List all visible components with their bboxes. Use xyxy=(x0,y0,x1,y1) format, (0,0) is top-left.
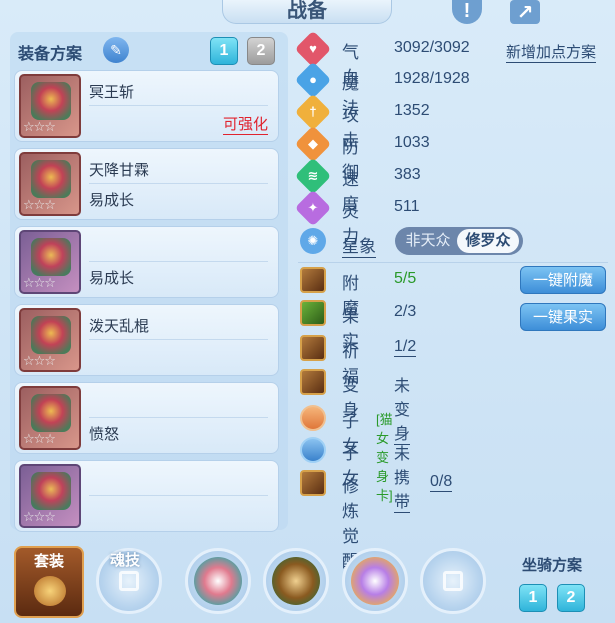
star-rating: ☆☆☆ xyxy=(23,275,56,290)
stat-value: 1352 xyxy=(394,102,430,119)
divider xyxy=(89,495,268,496)
helmet-icon xyxy=(31,160,71,198)
mount-scheme-button-1[interactable]: 1 xyxy=(519,584,547,612)
star-rating: ☆☆☆ xyxy=(23,353,56,368)
stat-value: 1928/1928 xyxy=(394,70,470,87)
star-sign-icon: ✺ xyxy=(300,228,326,254)
info-icon[interactable]: ! xyxy=(452,0,482,24)
star-sign-label[interactable]: 星象 xyxy=(342,232,376,258)
divider xyxy=(89,183,268,184)
page-title: 战备 xyxy=(222,0,392,24)
equipment-scheme-label: 装备方案 xyxy=(18,46,83,63)
heart-icon: ♥ xyxy=(294,30,332,68)
feature-value: 5/5 xyxy=(394,270,417,287)
mana-icon: ● xyxy=(294,61,332,99)
equipment-slot-weapon[interactable]: ☆☆☆ 冥王斩 可强化 xyxy=(14,70,279,142)
enchant-all-button[interactable]: 一键附魔 xyxy=(520,266,606,294)
star-option-feitian[interactable]: 非天众 xyxy=(399,229,457,253)
stat-value: 383 xyxy=(394,166,421,183)
stat-value: 3092/3092 xyxy=(394,39,470,56)
strengthen-link[interactable]: 可强化 xyxy=(222,113,268,135)
divider xyxy=(89,261,268,262)
weapon-icon xyxy=(31,82,71,120)
blessing-icon xyxy=(300,335,326,361)
equipment-slot-helmet[interactable]: ☆☆☆ 天降甘霖 易成长 xyxy=(14,148,279,220)
equipment-name: 泼天乱棍 xyxy=(89,318,150,335)
equipment-thumbnail: ☆☆☆ xyxy=(19,74,81,138)
divider xyxy=(89,339,268,340)
stat-value: 1033 xyxy=(394,134,430,151)
feature-value[interactable]: 1/2 xyxy=(394,338,417,357)
equipment-trait: 愤怒 xyxy=(89,426,120,443)
feature-tag: [猫女变身卡] xyxy=(376,412,393,503)
feature-value[interactable]: 未变身 xyxy=(394,372,411,445)
divider xyxy=(89,105,268,106)
belt-icon xyxy=(31,394,71,432)
skill-slot-4[interactable] xyxy=(420,548,486,614)
divider xyxy=(89,417,268,418)
equipment-trait: 易成长 xyxy=(89,270,135,287)
enchant-icon xyxy=(300,267,326,293)
feature-value: 2/3 xyxy=(394,303,417,320)
sword-icon: † xyxy=(294,93,332,131)
equipment-name: 天降甘霖 xyxy=(89,162,150,179)
star-rating: ☆☆☆ xyxy=(23,119,56,134)
equipment-slot-belt[interactable]: ☆☆☆ 愤怒 xyxy=(14,382,279,454)
equipment-thumbnail: ☆☆☆ xyxy=(19,386,81,450)
suit-emblem-icon xyxy=(34,576,66,606)
boots-icon xyxy=(31,472,71,510)
spirit-icon: ✦ xyxy=(294,189,332,227)
equipment-slot-necklace[interactable]: ☆☆☆ 泼天乱棍 xyxy=(14,304,279,376)
cultivation-icon xyxy=(300,470,326,496)
empty-slot-icon xyxy=(443,571,463,591)
star-option-xiuluo[interactable]: 修罗众 xyxy=(457,229,519,253)
stat-value: 511 xyxy=(394,198,420,215)
star-sign-toggle[interactable]: 非天众 修罗众 xyxy=(395,227,523,255)
share-icon[interactable]: ↗ xyxy=(510,0,540,24)
skill-slot-2[interactable] xyxy=(263,548,329,614)
mount-scheme-label: 坐骑方案 xyxy=(522,557,583,574)
necklace-icon xyxy=(31,316,71,354)
speed-icon: ≋ xyxy=(294,157,332,195)
skill-icon xyxy=(194,557,242,605)
star-rating: ☆☆☆ xyxy=(23,509,56,524)
paw-icon xyxy=(300,437,326,463)
fruit-icon xyxy=(300,300,326,326)
transform-icon xyxy=(300,369,326,395)
new-points-scheme-link[interactable]: 新增加点方案 xyxy=(506,41,597,63)
scheme-button-1[interactable]: 1 xyxy=(210,37,238,65)
fruit-all-button[interactable]: 一键果实 xyxy=(520,303,606,331)
section-divider xyxy=(298,262,608,263)
empty-slot-icon xyxy=(119,571,139,591)
equipment-thumbnail: ☆☆☆ xyxy=(19,464,81,528)
equipment-thumbnail: ☆☆☆ xyxy=(19,152,81,216)
suit-button[interactable]: 套装 xyxy=(14,546,84,618)
equipment-slot-armor[interactable]: ☆☆☆ 易成长 xyxy=(14,226,279,298)
soul-skill-label: 魂技 xyxy=(110,552,141,569)
edit-pencil-icon[interactable]: ✎ xyxy=(103,37,129,63)
equipment-thumbnail: ☆☆☆ xyxy=(19,308,81,372)
feature-value[interactable]: 未携带 xyxy=(394,440,411,513)
mount-scheme-button-2[interactable]: 2 xyxy=(557,584,585,612)
skill-slot-3[interactable] xyxy=(342,548,408,614)
child-icon xyxy=(300,405,326,431)
star-rating: ☆☆☆ xyxy=(23,431,56,446)
shield-icon: ◆ xyxy=(294,125,332,163)
equipment-thumbnail: ☆☆☆ xyxy=(19,230,81,294)
equipment-name: 冥王斩 xyxy=(89,84,135,101)
skill-icon xyxy=(272,557,320,605)
armor-icon xyxy=(31,238,71,276)
scheme-button-2[interactable]: 2 xyxy=(247,37,275,65)
skill-icon xyxy=(351,557,399,605)
equipment-page: 战备 ! ↗ 装备方案 ✎ 1 2 ☆☆☆ 冥王斩 可强化 ☆☆☆ 天降甘霖 易… xyxy=(0,0,615,623)
star-rating: ☆☆☆ xyxy=(23,197,56,212)
suit-label: 套装 xyxy=(33,553,64,570)
skill-slot-1[interactable] xyxy=(185,548,251,614)
equipment-slot-boots[interactable]: ☆☆☆ xyxy=(14,460,279,532)
feature-value[interactable]: 0/8 xyxy=(430,473,453,492)
equipment-trait: 易成长 xyxy=(89,192,135,209)
